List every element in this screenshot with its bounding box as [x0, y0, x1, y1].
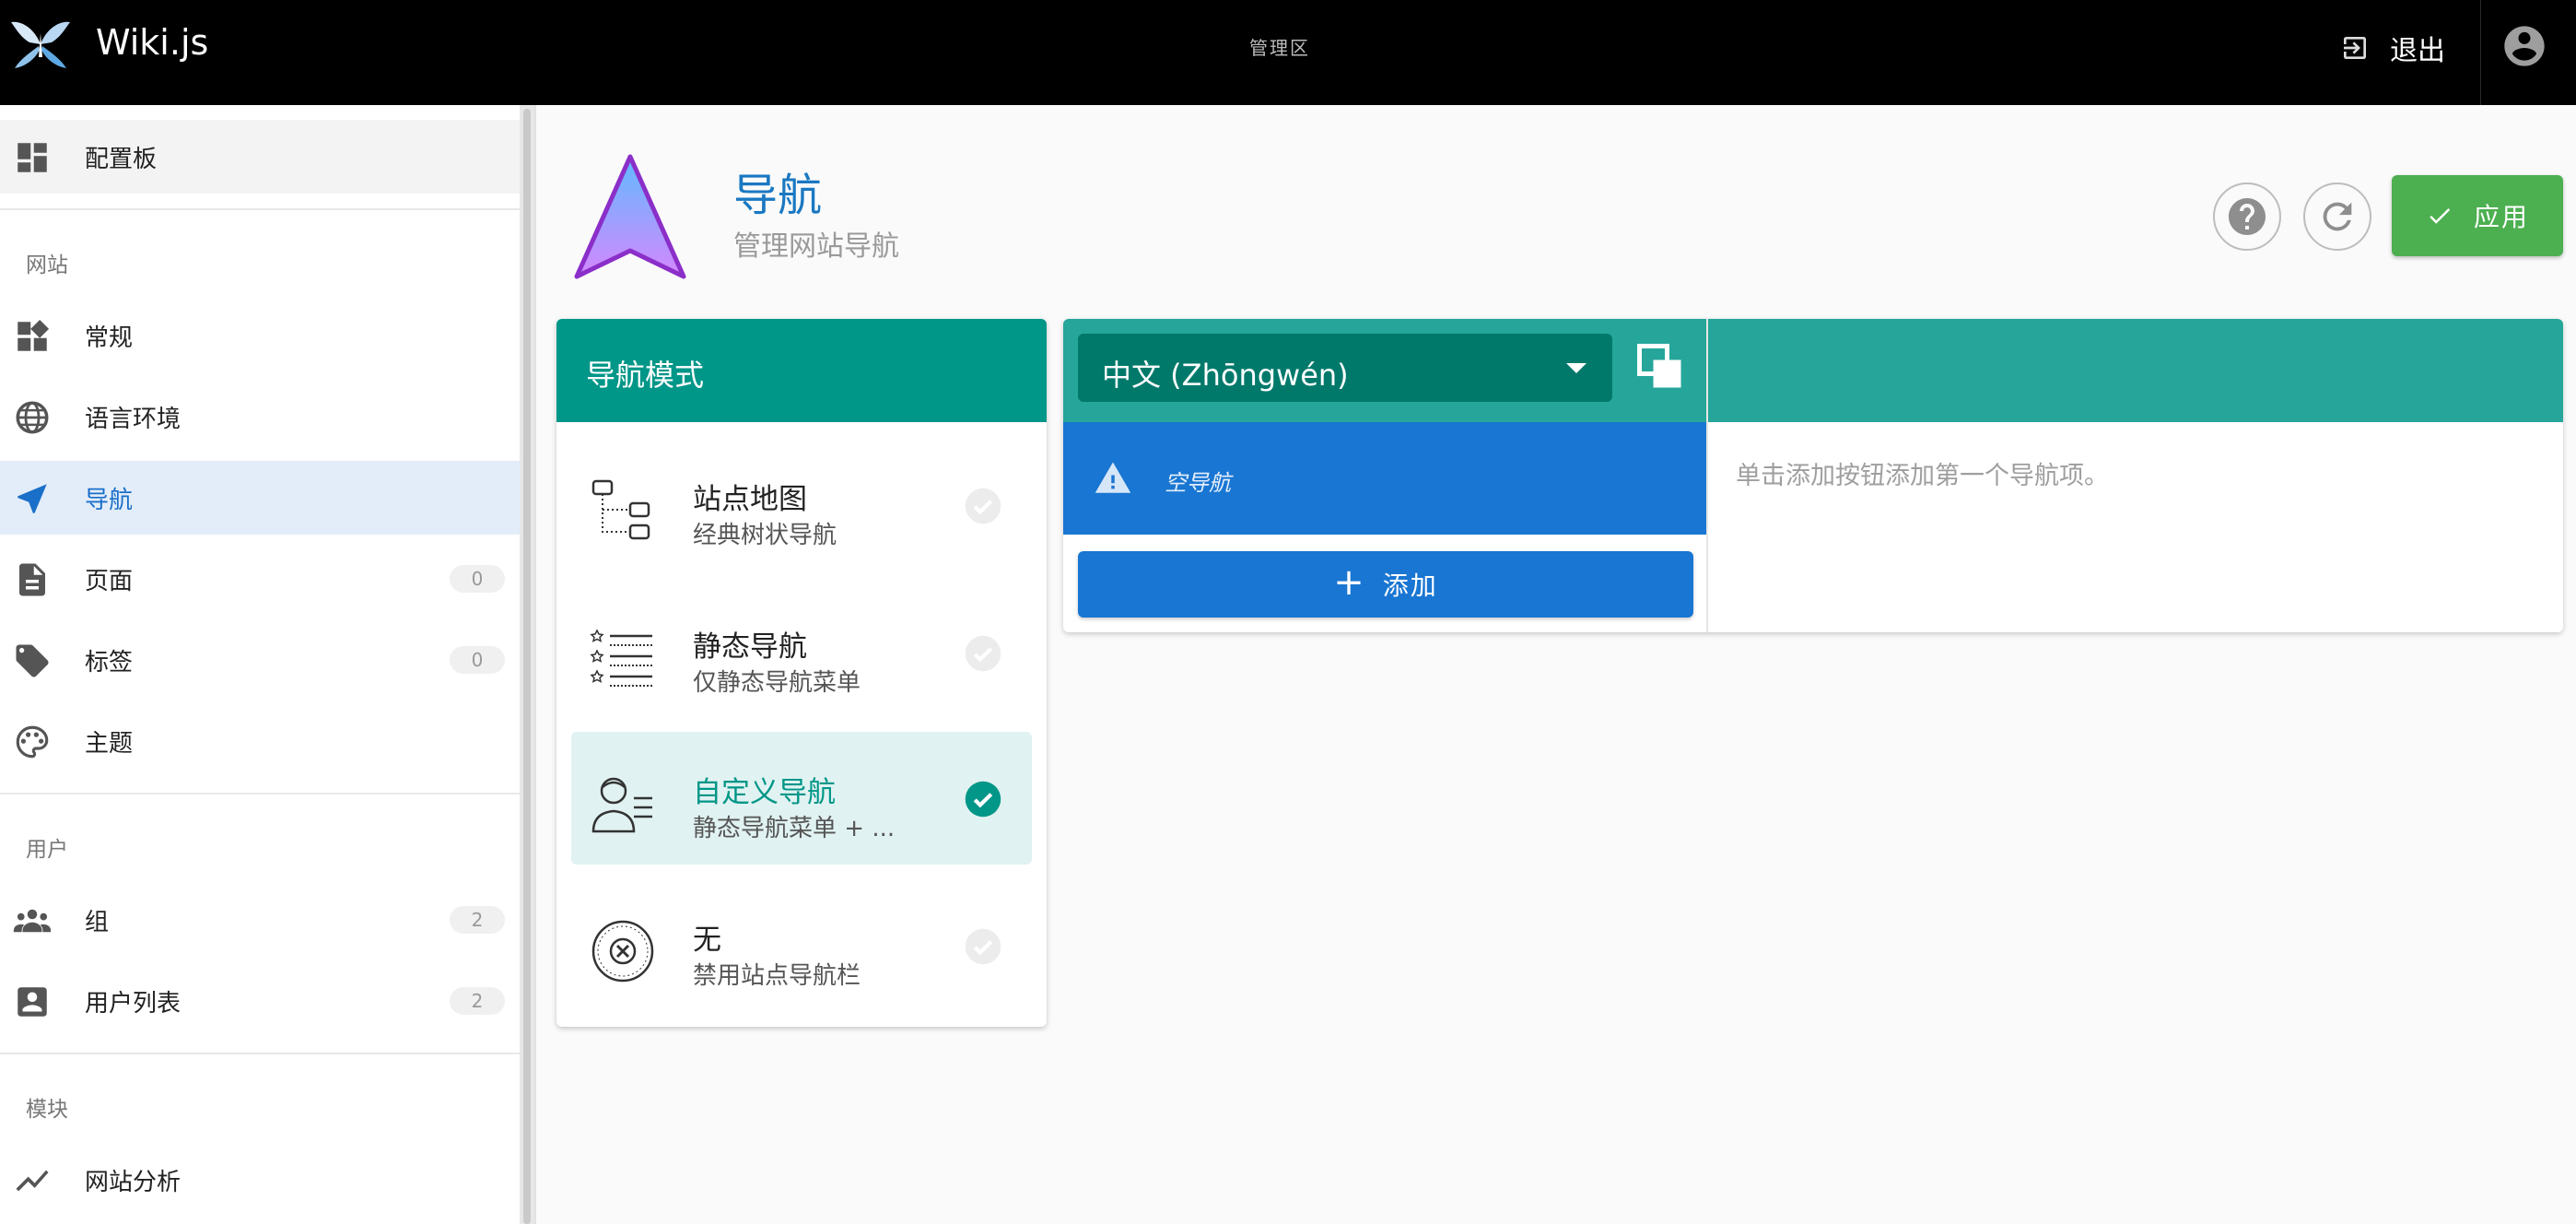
sidebar-item-label: 配置板: [85, 145, 158, 173]
sidebar-item-theme[interactable]: 主题: [0, 704, 520, 778]
sidebar-item-label: 组: [85, 908, 110, 936]
groups-count-badge: 2: [450, 906, 505, 934]
globe-icon: [16, 401, 49, 434]
sidebar-item-pages[interactable]: 页面 0: [0, 542, 520, 616]
logout-label: 退出: [2390, 35, 2445, 67]
mode-option-subtitle: 经典树状导航: [693, 522, 837, 549]
dashboard-icon: [18, 143, 47, 172]
mode-option-subtitle: 静态导航菜单 + ...: [693, 815, 896, 842]
navigation-icon: [18, 484, 47, 513]
groups-icon: [13, 909, 52, 933]
locale-select[interactable]: 中文 (Zhōngwén): [1078, 334, 1612, 402]
sidebar-divider: [0, 793, 520, 794]
file-icon: [19, 563, 45, 596]
navigation-mode-card: 导航模式 站点地图 经典树状导航 静态导航 仅静态导航菜单 自定义导航 静态导航…: [556, 319, 1047, 1027]
warning-icon: [1095, 462, 1131, 493]
wikijs-logo[interactable]: [7, 17, 74, 72]
empty-navigation-item[interactable]: 空导航: [1063, 422, 1706, 535]
check-circle-icon: [965, 488, 1001, 524]
widgets-icon: [18, 319, 50, 351]
mode-option-title: 静态导航: [693, 630, 807, 664]
mode-option-static[interactable]: 静态导航 仅静态导航菜单: [571, 586, 1032, 719]
help-circle-icon: [2229, 198, 2266, 235]
mode-option-subtitle: 禁用站点导航栏: [693, 962, 861, 990]
sidebar-divider: [0, 208, 520, 210]
sidebar-item-locale[interactable]: 语言环境: [0, 380, 520, 453]
refresh-icon: [2323, 202, 2352, 231]
plus-icon: +: [1333, 561, 1364, 604]
mode-option-none[interactable]: 无 禁用站点导航栏: [571, 879, 1032, 1012]
sitemap-icon: [591, 479, 650, 540]
tags-icon: [16, 644, 49, 677]
section-heading-modules: 模块: [26, 1098, 68, 1122]
sidebar-item-general[interactable]: 常规: [0, 299, 520, 372]
sidebar-item-label: 主题: [85, 729, 134, 758]
mode-card-title: 导航模式: [586, 358, 705, 393]
sidebar-item-analytics[interactable]: 网站分析: [0, 1143, 520, 1217]
custom-user-icon: [591, 777, 652, 833]
user-box-icon: [18, 987, 47, 1017]
refresh-button[interactable]: [2303, 182, 2371, 251]
sidebar-item-navigation[interactable]: 导航: [0, 461, 520, 535]
chevron-down-icon: [1566, 363, 1587, 373]
account-icon[interactable]: [2500, 22, 2548, 70]
app-bar: Wiki.js 管理区 退出: [0, 0, 2576, 105]
mode-option-title: 站点地图: [693, 483, 807, 516]
palette-icon: [16, 725, 49, 759]
static-list-icon: [590, 629, 652, 687]
sidebar-item-label: 常规: [85, 324, 134, 352]
mode-option-subtitle: 仅静态导航菜单: [693, 669, 861, 697]
sidebar-item-label: 标签: [85, 648, 134, 677]
sidebar-item-label: 用户列表: [85, 989, 181, 1018]
app-title[interactable]: Wiki.js: [96, 22, 208, 63]
logout-button[interactable]: 退出: [2340, 26, 2445, 70]
check-circle-icon: [965, 928, 1001, 965]
sidebar-item-label: 导航: [85, 486, 134, 514]
sidebar-edge: [534, 105, 536, 1224]
sidebar-item-tags[interactable]: 标签 0: [0, 623, 520, 697]
locale-select-value: 中文 (Zhōngwén): [1102, 358, 1349, 393]
empty-navigation-label: 空导航: [1165, 470, 1231, 496]
appbar-divider: [2480, 0, 2481, 105]
sidebar-item-label: 网站分析: [85, 1168, 181, 1196]
sidebar-item-label: 语言环境: [85, 405, 181, 433]
mode-option-sitemap[interactable]: 站点地图 经典树状导航: [571, 439, 1032, 571]
editor-column-divider: [1706, 319, 1708, 632]
sidebar-divider: [0, 1053, 520, 1054]
navigation-logo-icon: [574, 154, 686, 279]
add-navigation-item-button[interactable]: + 添加: [1078, 551, 1693, 618]
sidebar-item-dashboard[interactable]: 配置板: [0, 120, 520, 194]
mode-card-header: 导航模式: [556, 319, 1047, 422]
page-subtitle: 管理网站导航: [733, 230, 899, 263]
help-button[interactable]: [2213, 182, 2281, 251]
pages-count-badge: 0: [450, 565, 505, 593]
tags-count-badge: 0: [450, 646, 505, 674]
check-circle-icon: [965, 635, 1001, 672]
editor-header: 中文 (Zhōngwén): [1063, 319, 2563, 422]
navigation-editor-card: 中文 (Zhōngwén) 空导航 + 添加 单击添加按钮添加第一个导航项。: [1063, 319, 2563, 632]
chart-line-icon: [16, 1170, 49, 1192]
sidebar-item-groups[interactable]: 组 2: [0, 883, 520, 957]
mode-option-custom[interactable]: 自定义导航 静态导航菜单 + ...: [571, 732, 1032, 865]
check-circle-icon: [965, 781, 1001, 818]
section-heading-users: 用户: [26, 838, 68, 862]
sidebar-item-users[interactable]: 用户列表 2: [0, 964, 520, 1038]
mode-option-title: 无: [693, 924, 721, 957]
apply-label: 应用: [2473, 202, 2529, 232]
logout-icon: [2344, 37, 2366, 59]
cancel-circle-icon: [591, 920, 654, 983]
copy-icon[interactable]: [1633, 339, 1688, 394]
page-title: 导航: [733, 170, 823, 221]
sidebar-scrollbar-thumb[interactable]: [523, 109, 531, 1224]
admin-area-label: 管理区: [1249, 37, 1310, 59]
sidebar: 配置板 网站 常规 语言环境 导航 页面 0 标签 0 主题 用户 组 2 用户…: [0, 105, 520, 1224]
section-heading-site: 网站: [26, 253, 68, 277]
add-hint-text: 单击添加按钮添加第一个导航项。: [1736, 462, 2109, 490]
mode-option-title: 自定义导航: [693, 776, 836, 809]
add-label: 添加: [1382, 571, 1438, 601]
sidebar-item-label: 页面: [85, 567, 134, 595]
users-count-badge: 2: [450, 987, 505, 1015]
check-icon: [2430, 207, 2451, 224]
apply-button[interactable]: 应用: [2392, 175, 2563, 256]
